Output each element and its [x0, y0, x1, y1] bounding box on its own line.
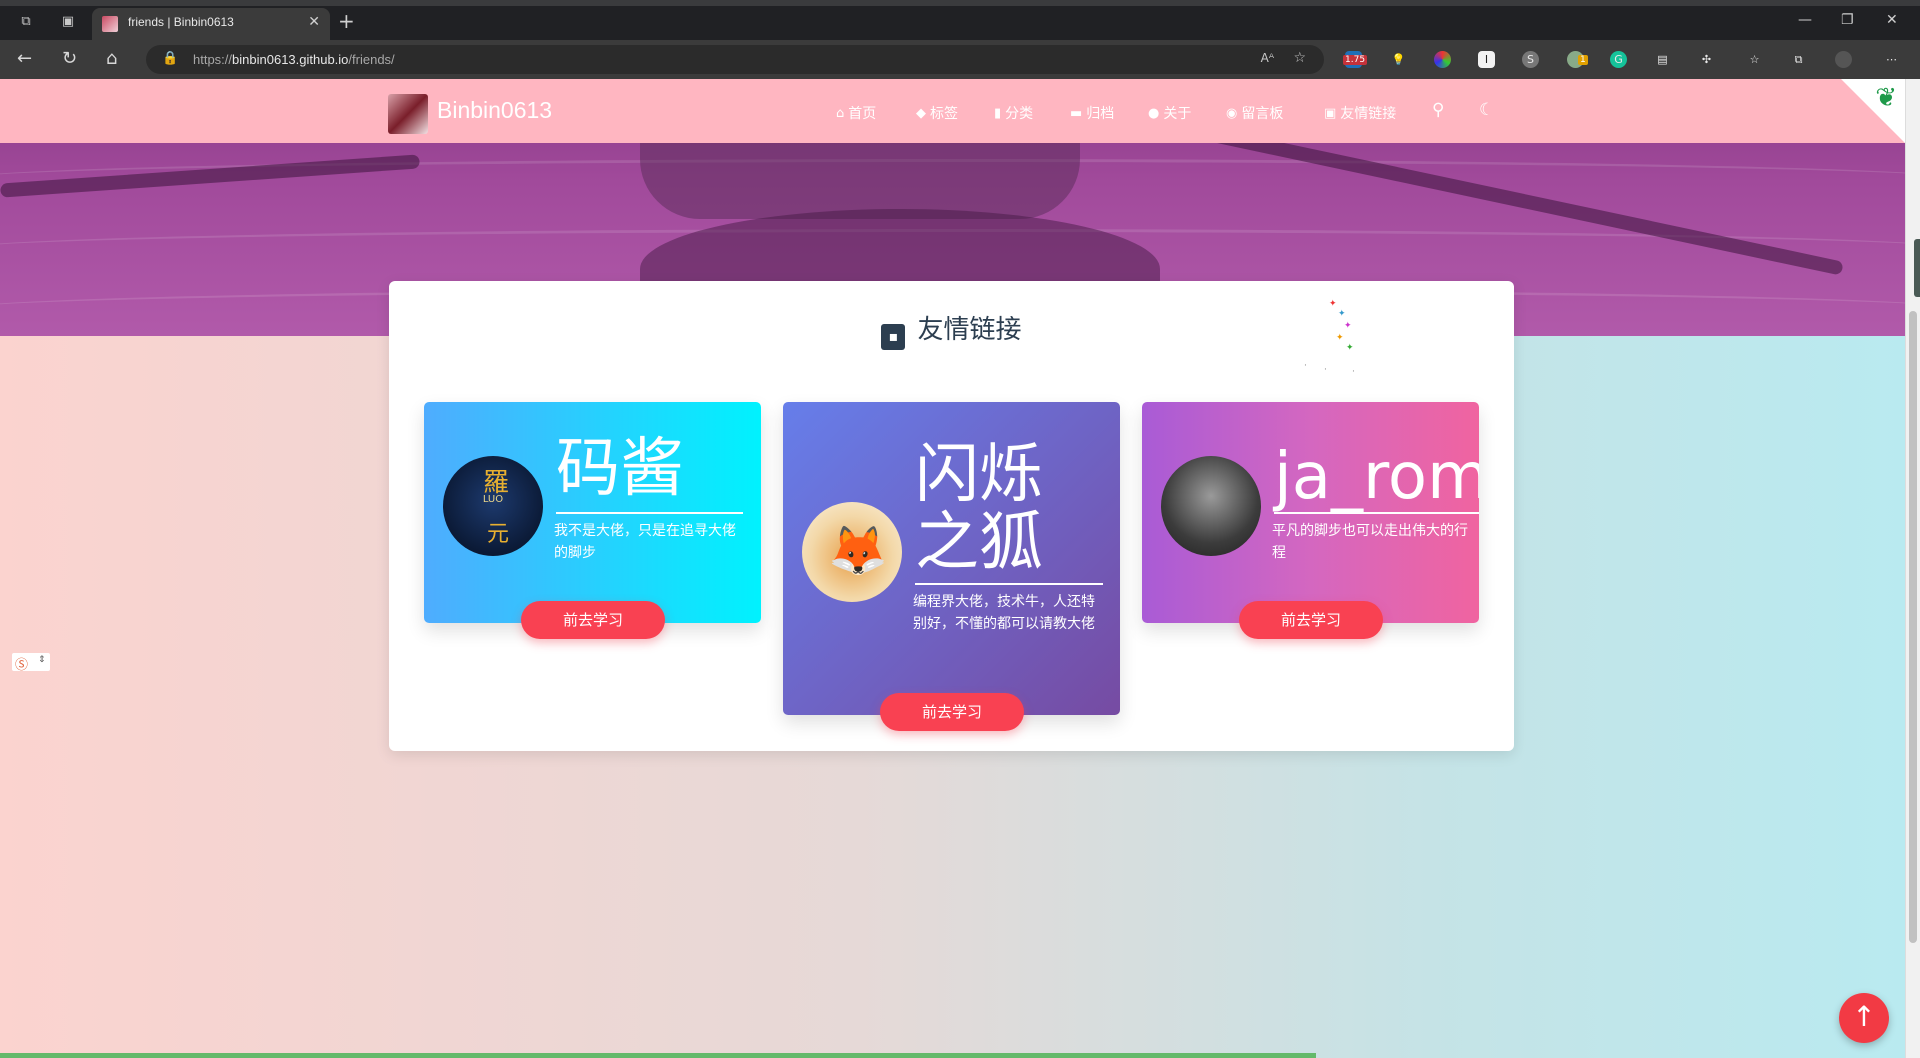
url-text[interactable]: https://binbin0613.github.io/friends/	[193, 52, 395, 67]
tab-title: friends | Binbin0613	[128, 15, 234, 29]
refresh-button[interactable]: ↻	[62, 50, 77, 68]
read-aloud-icon[interactable]: Aᴬ	[1261, 51, 1274, 65]
extensions-puzzle-icon[interactable]: ✣	[1698, 51, 1715, 68]
reading-progress-bar	[0, 1053, 1316, 1058]
back-button[interactable]: ←	[17, 50, 32, 68]
home-icon: ⌂	[836, 105, 845, 121]
nav-archives[interactable]: ▬ 归档	[1070, 103, 1114, 123]
browser-tab[interactable]: friends | Binbin0613 ✕	[92, 8, 330, 40]
friend-name-line1: 闪烁	[915, 438, 1043, 512]
avatar[interactable]	[1161, 456, 1261, 556]
taskbar-stripe	[0, 0, 1920, 6]
friend-name: 码酱	[556, 432, 684, 506]
dark-mode-moon-icon[interactable]: ☾	[1479, 100, 1494, 120]
friend-description: 编程界大佬，技术牛，人还特别好，不懂的都可以请教大佬	[913, 594, 1095, 632]
name-underline	[556, 512, 743, 514]
friend-description: 我不是大佬，只是在追寻大佬的脚步	[554, 523, 736, 561]
comments-icon: ◉	[1226, 105, 1238, 121]
tab-close-icon[interactable]: ✕	[308, 14, 320, 30]
extension-page-icon[interactable]: ▤	[1654, 51, 1671, 68]
friend-card-shanshuozhihu: 🦊 闪烁 之狐 编程界大佬，技术牛，人还特别好，不懂的都可以请教大佬	[783, 402, 1120, 715]
extension-s-icon[interactable]: S	[1522, 51, 1539, 68]
bookmark-icon: ▮	[994, 105, 1002, 121]
scrollbar-thumb[interactable]	[1909, 311, 1917, 943]
address-bar[interactable]: 🔒 https://binbin0613.github.io/friends/ …	[146, 45, 1324, 74]
friend-card-majiang: LUO 羅 元 码酱 我不是大佬，只是在追寻大佬的脚步	[424, 402, 761, 623]
tag-icon: ◆	[916, 105, 926, 121]
widget-logo-icon: Ⓢ	[15, 658, 29, 673]
page-scrollbar[interactable]	[1905, 79, 1920, 1058]
name-underline	[915, 583, 1103, 585]
address-book-icon: ▣	[1324, 105, 1337, 121]
page-viewport: Binbin0613 ⌂ 首页 ◆ 标签 ▮ 分类 ▬ 归档 ● 关于 ◉ 留言板 ▣ 友情链…	[0, 79, 1905, 1058]
friend-name-line2: 之狐	[915, 506, 1043, 580]
name-underline	[1274, 512, 1479, 514]
friend-card-ja-rome: ja_rome 平凡的脚步也可以走出伟大的行程	[1142, 402, 1479, 623]
go-learn-button[interactable]: 前去学习	[521, 601, 665, 639]
browser-toolbar: ← ↻ ⌂ 🔒 https://binbin0613.github.io/fri…	[0, 40, 1920, 79]
brand-name[interactable]: Binbin0613	[437, 97, 552, 124]
extension-color-icon[interactable]	[1434, 51, 1451, 68]
user-circle-icon: ●	[1148, 105, 1160, 121]
friend-description: 平凡的脚步也可以走出伟大的行程	[1272, 523, 1468, 561]
avatar[interactable]: 🦊	[802, 502, 902, 602]
lock-icon[interactable]: 🔒	[162, 51, 178, 66]
extension-chat-badge: 1	[1578, 55, 1588, 65]
extension-bulb-icon[interactable]: 💡	[1390, 51, 1407, 68]
archive-icon: ▬	[1070, 105, 1083, 121]
avatar[interactable]: LUO 羅 元	[443, 456, 543, 556]
extension-speed-badge: 1.75	[1343, 55, 1368, 65]
side-widget[interactable]: Ⓢ ⇕	[12, 653, 50, 673]
go-learn-button[interactable]: 前去学习	[1239, 601, 1383, 639]
go-learn-button[interactable]: 前去学习	[880, 693, 1024, 731]
friends-card: ▪ 友情链接 ✦ ✦ ✦ ✦ ✦ · · · LUO 羅 元 码酱 我不是大佬，只…	[389, 281, 1514, 751]
favorites-icon[interactable]: ☆	[1746, 51, 1763, 68]
brand-logo[interactable]	[388, 94, 428, 134]
workspaces-icon[interactable]: ⧉	[18, 14, 34, 30]
friend-name: ja_rome	[1274, 440, 1479, 514]
cursor-sparkles: ✦ ✦ ✦ ✦ ✦ · · ·	[1304, 299, 1355, 377]
tab-favicon	[102, 16, 118, 32]
scrollbar-edge-handle[interactable]	[1914, 239, 1920, 297]
extension-grammarly-icon[interactable]: G	[1610, 51, 1627, 68]
nav-friends[interactable]: ▣ 友情链接	[1324, 103, 1396, 123]
new-tab-button[interactable]: +	[338, 9, 355, 33]
site-navbar: Binbin0613 ⌂ 首页 ◆ 标签 ▮ 分类 ▬ 归档 ● 关于 ◉ 留言板 ▣ 友情链…	[0, 79, 1905, 143]
profile-avatar[interactable]	[1835, 51, 1852, 68]
nav-home[interactable]: ⌂ 首页	[836, 103, 876, 123]
extension-editor-icon[interactable]: I	[1478, 51, 1495, 68]
address-book-icon: ▪	[881, 324, 906, 350]
more-menu-icon[interactable]: ⋯	[1883, 51, 1900, 68]
search-icon[interactable]: ⚲	[1432, 100, 1444, 120]
add-favorite-icon[interactable]: ☆	[1293, 50, 1306, 66]
vertical-tabs-icon[interactable]: ▣	[60, 14, 76, 30]
collections-icon[interactable]: ⧉	[1790, 51, 1807, 68]
nav-guestbook[interactable]: ◉ 留言板	[1226, 103, 1283, 123]
back-to-top-button[interactable]: ↑	[1839, 993, 1889, 1043]
chevron-updown-icon[interactable]: ⇕	[38, 655, 46, 665]
restore-button[interactable]: ❐	[1841, 12, 1854, 28]
home-button[interactable]: ⌂	[106, 50, 117, 68]
leaf-icon[interactable]: ❦	[1875, 83, 1897, 113]
nav-tags[interactable]: ◆ 标签	[916, 103, 958, 123]
nav-about[interactable]: ● 关于	[1148, 103, 1191, 123]
minimize-button[interactable]: —	[1798, 12, 1812, 28]
nav-categories[interactable]: ▮ 分类	[994, 103, 1033, 123]
window-close-button[interactable]: ✕	[1886, 12, 1898, 28]
browser-tab-strip: ⧉ ▣ friends | Binbin0613 ✕ + — ❐ ✕	[0, 0, 1920, 40]
